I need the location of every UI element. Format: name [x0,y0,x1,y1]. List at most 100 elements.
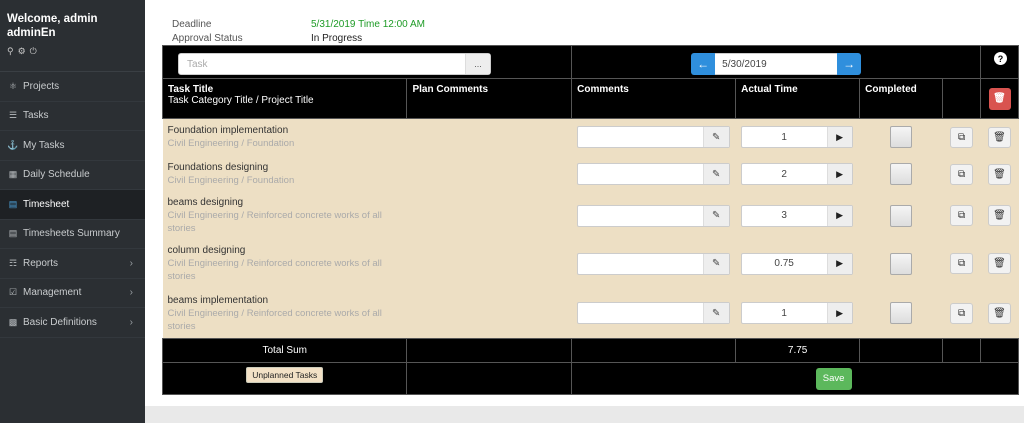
timesheet-icon: ▤ [8,198,18,209]
actual-time-input[interactable]: 2 ▶ [740,163,853,185]
help-icon[interactable]: ? [994,52,1007,65]
table-row: Foundation implementation Civil Engineeri… [162,118,1019,156]
plan-comments-cell [407,156,572,193]
sidebar-item-tasks[interactable]: ☰ Tasks [0,102,145,131]
actual-time-input[interactable]: 1 ▶ [740,126,853,149]
sidebar-item-label: Reports [23,257,59,269]
copy-icon: ⧉ [957,307,966,319]
delete-row-button[interactable]: 🗑 [988,205,1011,226]
copy-button[interactable]: ⧉ [950,302,974,324]
save-button[interactable]: Save [815,367,852,390]
comments-cell: ✎ [572,119,736,156]
completed-cell [860,239,943,289]
delete-row-button[interactable]: 🗑 [988,302,1011,324]
total-sum-value: 7.75 [735,338,861,363]
col-completed: Completed [859,78,944,119]
sidebar: Welcome, admin adminEn ⚲⚙⏻ ⚛ Projects ☰ Tas… [0,0,145,423]
task-title: column designing [167,245,246,256]
delete-row-button[interactable]: 🗑 [988,253,1011,274]
unplanned-cell: Unplanned Tasks [161,362,408,395]
sidebar-item-timesheet[interactable]: ▤ Timesheet [0,190,145,220]
comment-input[interactable]: ✎ [576,126,730,149]
copy-button[interactable]: ⧉ [950,205,974,226]
completed-checkbox[interactable] [890,302,913,325]
main-panel: Deadline 5/31/2019 Time 12:00 AM Approva… [145,0,1024,406]
task-info: Deadline 5/31/2019 Time 12:00 AM Approva… [172,18,425,46]
actual-time-cell: 0.75 ▶ [736,239,860,289]
delete-cell: 🗑 [981,289,1019,339]
next-day-button[interactable]: → [837,53,862,75]
play-icon[interactable]: ▶ [826,253,852,274]
completed-checkbox[interactable] [890,126,913,149]
edit-icon[interactable]: ✎ [702,303,729,324]
copy-button[interactable]: ⧉ [950,163,974,185]
task-title: Foundations designing [167,162,269,173]
previous-day-button[interactable]: ← [691,53,716,75]
edit-icon[interactable]: ✎ [702,164,729,184]
comment-input[interactable]: ✎ [576,204,730,227]
play-icon[interactable]: ▶ [826,205,852,226]
copy-cell: ⧉ [943,156,981,193]
chevron-right-icon: › [129,316,133,328]
date-nav-cell: ← 5/30/2019 → [571,45,981,79]
sidebar-item-my-tasks[interactable]: ⚓ My Tasks [0,131,145,161]
comment-input[interactable]: ✎ [576,163,730,185]
copy-cell: ⧉ [943,239,981,289]
comments-cell: ✎ [572,239,736,289]
comment-input[interactable]: ✎ [576,302,730,325]
approval-status-label: Approval Status [172,33,243,44]
lock-icon[interactable]: ⚲ [7,46,18,56]
calendar-icon: ▦ [8,169,18,180]
actual-time-input[interactable]: 0.75 ▶ [740,252,853,275]
task-cell: column designing Civil Engineering / Rein… [163,239,407,289]
browse-tasks-button[interactable]: ... [465,54,490,74]
copy-cell: ⧉ [943,289,981,339]
actual-time-value: 1 [781,131,787,143]
copy-icon: ⧉ [957,131,966,143]
edit-icon[interactable]: ✎ [702,127,729,148]
col-actual-time: Actual Time [735,78,861,119]
trash-icon: 🗑 [993,307,1006,319]
completed-checkbox[interactable] [890,204,913,227]
delete-row-button[interactable]: 🗑 [988,126,1011,148]
play-icon[interactable]: ▶ [826,164,852,184]
col-comments: Comments [571,78,737,119]
delete-cell: 🗑 [981,119,1019,156]
tasks-icon: ☰ [8,110,18,121]
delete-all-button[interactable]: 🗑 [988,87,1011,110]
sidebar-item-daily-schedule[interactable]: ▦ Daily Schedule [0,161,145,190]
sidebar-item-projects[interactable]: ⚛ Projects [0,72,145,102]
copy-button[interactable]: ⧉ [950,253,974,274]
unplanned-tasks-button[interactable]: Unplanned Tasks [246,367,324,383]
copy-button[interactable]: ⧉ [950,126,974,148]
task-category-project: Civil Engineering / Foundation [167,138,295,150]
date-input[interactable]: 5/30/2019 [715,53,838,75]
sidebar-item-label: Projects [23,80,60,92]
edit-icon[interactable]: ✎ [702,205,729,226]
comments-cell: ✎ [572,193,736,239]
deadline-value: 5/31/2019 Time 12:00 AM [311,19,425,30]
power-icon[interactable]: ⏻ [30,46,41,56]
sidebar-item-reports[interactable]: ☶ Reports › [0,249,145,279]
completed-cell [860,289,943,339]
sidebar-item-basic-definitions[interactable]: ▩ Basic Definitions › [0,308,145,338]
delete-row-button[interactable]: 🗑 [988,163,1011,185]
play-icon[interactable]: ▶ [826,127,852,148]
sidebar-item-management[interactable]: ☑ Management › [0,279,145,308]
actual-time-input[interactable]: 3 ▶ [740,204,853,227]
actual-time-input[interactable]: 1 ▶ [740,302,853,325]
chevron-right-icon: › [129,287,133,299]
task-cell: Foundation implementation Civil Engineeri… [163,119,407,156]
comment-input[interactable]: ✎ [576,252,730,275]
completed-cell [860,193,943,239]
edit-icon[interactable]: ✎ [702,253,729,274]
play-icon[interactable]: ▶ [826,303,852,324]
gear-icon[interactable]: ⚙ [18,46,30,56]
copy-icon: ⧉ [957,210,966,221]
completed-checkbox[interactable] [890,163,913,185]
plan-comments-cell [407,193,572,239]
sidebar-item-timesheets-summary[interactable]: ▤ Timesheets Summary [0,220,145,249]
task-search-input[interactable]: Task ... [178,53,491,75]
copy-cell: ⧉ [943,193,981,239]
completed-checkbox[interactable] [890,252,913,275]
